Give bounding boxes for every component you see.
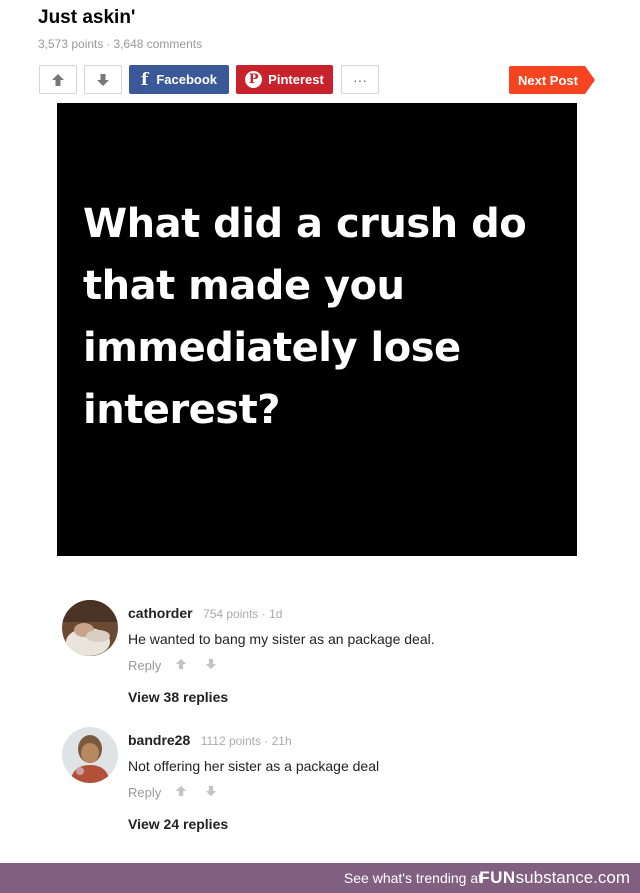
brand-rest: substance.com <box>515 868 630 887</box>
comment-points: 1112 points · 21h <box>200 734 292 748</box>
arrow-down-icon <box>97 73 109 86</box>
post-image[interactable]: What did a crush do that made you immedi… <box>57 103 577 556</box>
comment-downvote-icon[interactable] <box>205 658 217 673</box>
downvote-button[interactable] <box>84 65 122 94</box>
comment-text: Not offering her sister as a package dea… <box>128 758 380 774</box>
facebook-icon: f <box>140 69 149 90</box>
pinterest-icon: P <box>245 71 263 88</box>
post-title: Just askin' <box>38 7 136 28</box>
post-meta: 3,573 points · 3,648 comments <box>38 37 202 51</box>
post-comments-count[interactable]: 3,648 comments <box>113 37 202 51</box>
arrow-up-icon <box>52 73 64 86</box>
reply-button[interactable]: Reply <box>128 785 161 800</box>
avatar[interactable] <box>62 600 118 656</box>
meta-separator: · <box>106 37 111 51</box>
upvote-button[interactable] <box>39 65 77 94</box>
comment-text: He wanted to bang my sister as an packag… <box>128 631 435 647</box>
comment-downvote-icon[interactable] <box>205 785 217 800</box>
pinterest-share-button[interactable]: P Pinterest <box>236 65 333 94</box>
comment-username[interactable]: cathorder <box>128 605 193 621</box>
comment-actions: Reply <box>128 785 217 800</box>
view-replies-link[interactable]: View 24 replies <box>128 816 228 832</box>
facebook-label: Facebook <box>156 72 217 87</box>
next-post-button[interactable]: Next Post <box>509 66 595 94</box>
comment-upvote-icon[interactable] <box>175 785 187 800</box>
pinterest-label: Pinterest <box>268 72 324 87</box>
post-image-text: What did a crush do that made you immedi… <box>83 201 527 433</box>
more-options-button[interactable]: ··· <box>341 65 379 94</box>
comment-username[interactable]: bandre28 <box>128 732 190 748</box>
comment-header: bandre28 1112 points · 21h <box>128 732 292 750</box>
comment-points: 754 points · 1d <box>203 607 283 621</box>
footer-trend-text: See what's trending at <box>343 870 482 886</box>
comment-actions: Reply <box>128 658 217 673</box>
funsubstance-logo[interactable]: FUNsubstance.com <box>479 868 630 888</box>
brand-bold: FUN <box>479 868 516 887</box>
view-replies-link[interactable]: View 38 replies <box>128 689 228 705</box>
reply-button[interactable]: Reply <box>128 658 161 673</box>
facebook-share-button[interactable]: f Facebook <box>129 65 229 94</box>
comment-header: cathorder 754 points · 1d <box>128 605 282 623</box>
more-dots-icon: ··· <box>353 71 367 88</box>
post-points: 3,573 points <box>38 37 104 51</box>
next-post-label: Next Post <box>518 72 578 88</box>
funsubstance-footer: See what's trending at FUNsubstance.com <box>0 863 640 893</box>
comment-upvote-icon[interactable] <box>175 658 187 673</box>
avatar[interactable] <box>62 727 118 783</box>
